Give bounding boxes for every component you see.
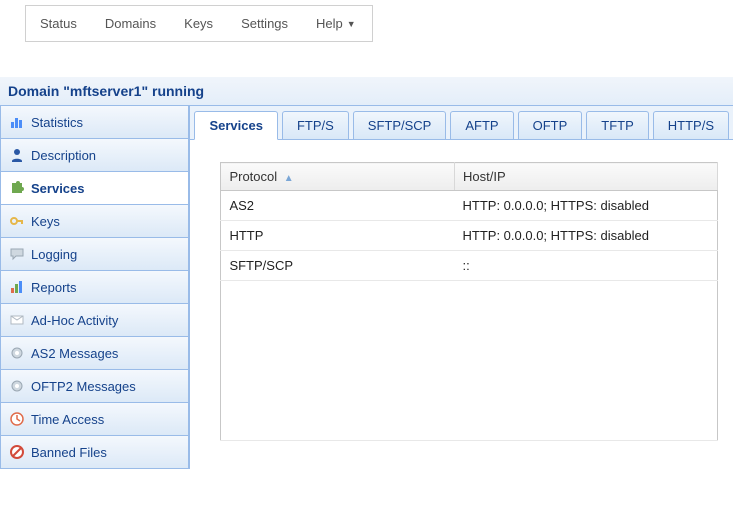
tab-label: AFTP <box>465 118 498 133</box>
sidebar-item-label: Time Access <box>31 412 104 427</box>
col-label: Host/IP <box>463 169 506 184</box>
content-pane: Services FTP/S SFTP/SCP AFTP OFTP TFTP H… <box>190 106 733 441</box>
cell-host: HTTP: 0.0.0.0; HTTPS: disabled <box>455 221 718 251</box>
tab-bar: Services FTP/S SFTP/SCP AFTP OFTP TFTP H… <box>190 106 733 140</box>
tab-https[interactable]: HTTP/S <box>653 111 729 139</box>
tab-services[interactable]: Services <box>194 111 278 140</box>
chevron-down-icon: ▼ <box>347 19 356 29</box>
sidebar-item-label: Banned Files <box>31 445 107 460</box>
puzzle-icon <box>9 180 25 196</box>
key-icon <box>9 213 25 229</box>
col-protocol[interactable]: Protocol ▲ <box>221 163 455 191</box>
gear-icon <box>9 345 25 361</box>
sidebar: Statistics Description Services Keys Log… <box>0 106 190 469</box>
cell-host: :: <box>455 251 718 281</box>
nav-label: Settings <box>241 16 288 31</box>
nav-label: Keys <box>184 16 213 31</box>
tab-label: FTP/S <box>297 118 334 133</box>
sidebar-item-description[interactable]: Description <box>0 139 189 172</box>
nav-settings[interactable]: Settings <box>227 6 302 41</box>
tab-oftp[interactable]: OFTP <box>518 111 583 139</box>
cell-protocol: HTTP <box>221 221 455 251</box>
main-area: Statistics Description Services Keys Log… <box>0 106 733 469</box>
tab-label: HTTP/S <box>668 118 714 133</box>
sidebar-item-label: Statistics <box>31 115 83 130</box>
sidebar-item-label: Logging <box>31 247 77 262</box>
cell-protocol: SFTP/SCP <box>221 251 455 281</box>
col-hostip[interactable]: Host/IP <box>455 163 718 191</box>
services-table: Protocol ▲ Host/IP AS2 HTTP: 0.0.0.0; HT… <box>220 162 718 441</box>
nav-domains[interactable]: Domains <box>91 6 170 41</box>
sidebar-item-logging[interactable]: Logging <box>0 238 189 271</box>
top-nav: Status Domains Keys Settings Help ▼ <box>25 5 373 42</box>
nav-status[interactable]: Status <box>26 6 91 41</box>
tab-label: SFTP/SCP <box>368 118 432 133</box>
gear-icon <box>9 378 25 394</box>
sidebar-item-label: Reports <box>31 280 77 295</box>
sidebar-item-label: Ad-Hoc Activity <box>31 313 118 328</box>
sidebar-item-label: OFTP2 Messages <box>31 379 136 394</box>
table-empty-space <box>221 281 718 441</box>
sidebar-item-keys[interactable]: Keys <box>0 205 189 238</box>
tab-label: Services <box>209 118 263 133</box>
tab-label: OFTP <box>533 118 568 133</box>
sidebar-item-reports[interactable]: Reports <box>0 271 189 304</box>
nav-label: Status <box>40 16 77 31</box>
sidebar-item-as2[interactable]: AS2 Messages <box>0 337 189 370</box>
bars-icon <box>9 279 25 295</box>
sidebar-item-label: Description <box>31 148 96 163</box>
sidebar-item-label: AS2 Messages <box>31 346 118 361</box>
sidebar-item-adhoc[interactable]: Ad-Hoc Activity <box>0 304 189 337</box>
sidebar-item-statistics[interactable]: Statistics <box>0 106 189 139</box>
table-row[interactable]: HTTP HTTP: 0.0.0.0; HTTPS: disabled <box>221 221 718 251</box>
sidebar-item-timeaccess[interactable]: Time Access <box>0 403 189 436</box>
tab-label: TFTP <box>601 118 634 133</box>
services-panel: Protocol ▲ Host/IP AS2 HTTP: 0.0.0.0; HT… <box>190 140 733 441</box>
sidebar-item-bannedfiles[interactable]: Banned Files <box>0 436 189 469</box>
tab-aftp[interactable]: AFTP <box>450 111 513 139</box>
domain-title: Domain "mftserver1" running <box>0 77 733 106</box>
sidebar-item-services[interactable]: Services <box>0 172 189 205</box>
sidebar-item-label: Keys <box>31 214 60 229</box>
mail-icon <box>9 312 25 328</box>
nav-help[interactable]: Help ▼ <box>302 6 370 41</box>
nav-label: Domains <box>105 16 156 31</box>
tab-sftpscp[interactable]: SFTP/SCP <box>353 111 447 139</box>
sidebar-item-oftp2[interactable]: OFTP2 Messages <box>0 370 189 403</box>
person-icon <box>9 147 25 163</box>
table-row[interactable]: SFTP/SCP :: <box>221 251 718 281</box>
chart-bar-icon <box>9 114 25 130</box>
cell-host: HTTP: 0.0.0.0; HTTPS: disabled <box>455 191 718 221</box>
col-label: Protocol <box>229 169 277 184</box>
tab-ftps[interactable]: FTP/S <box>282 111 349 139</box>
sort-asc-icon: ▲ <box>284 173 294 184</box>
cell-protocol: AS2 <box>221 191 455 221</box>
tab-tftp[interactable]: TFTP <box>586 111 649 139</box>
blocked-icon <box>9 444 25 460</box>
speech-icon <box>9 246 25 262</box>
table-row[interactable]: AS2 HTTP: 0.0.0.0; HTTPS: disabled <box>221 191 718 221</box>
clock-icon <box>9 411 25 427</box>
nav-keys[interactable]: Keys <box>170 6 227 41</box>
sidebar-item-label: Services <box>31 181 85 196</box>
nav-label: Help <box>316 16 343 31</box>
